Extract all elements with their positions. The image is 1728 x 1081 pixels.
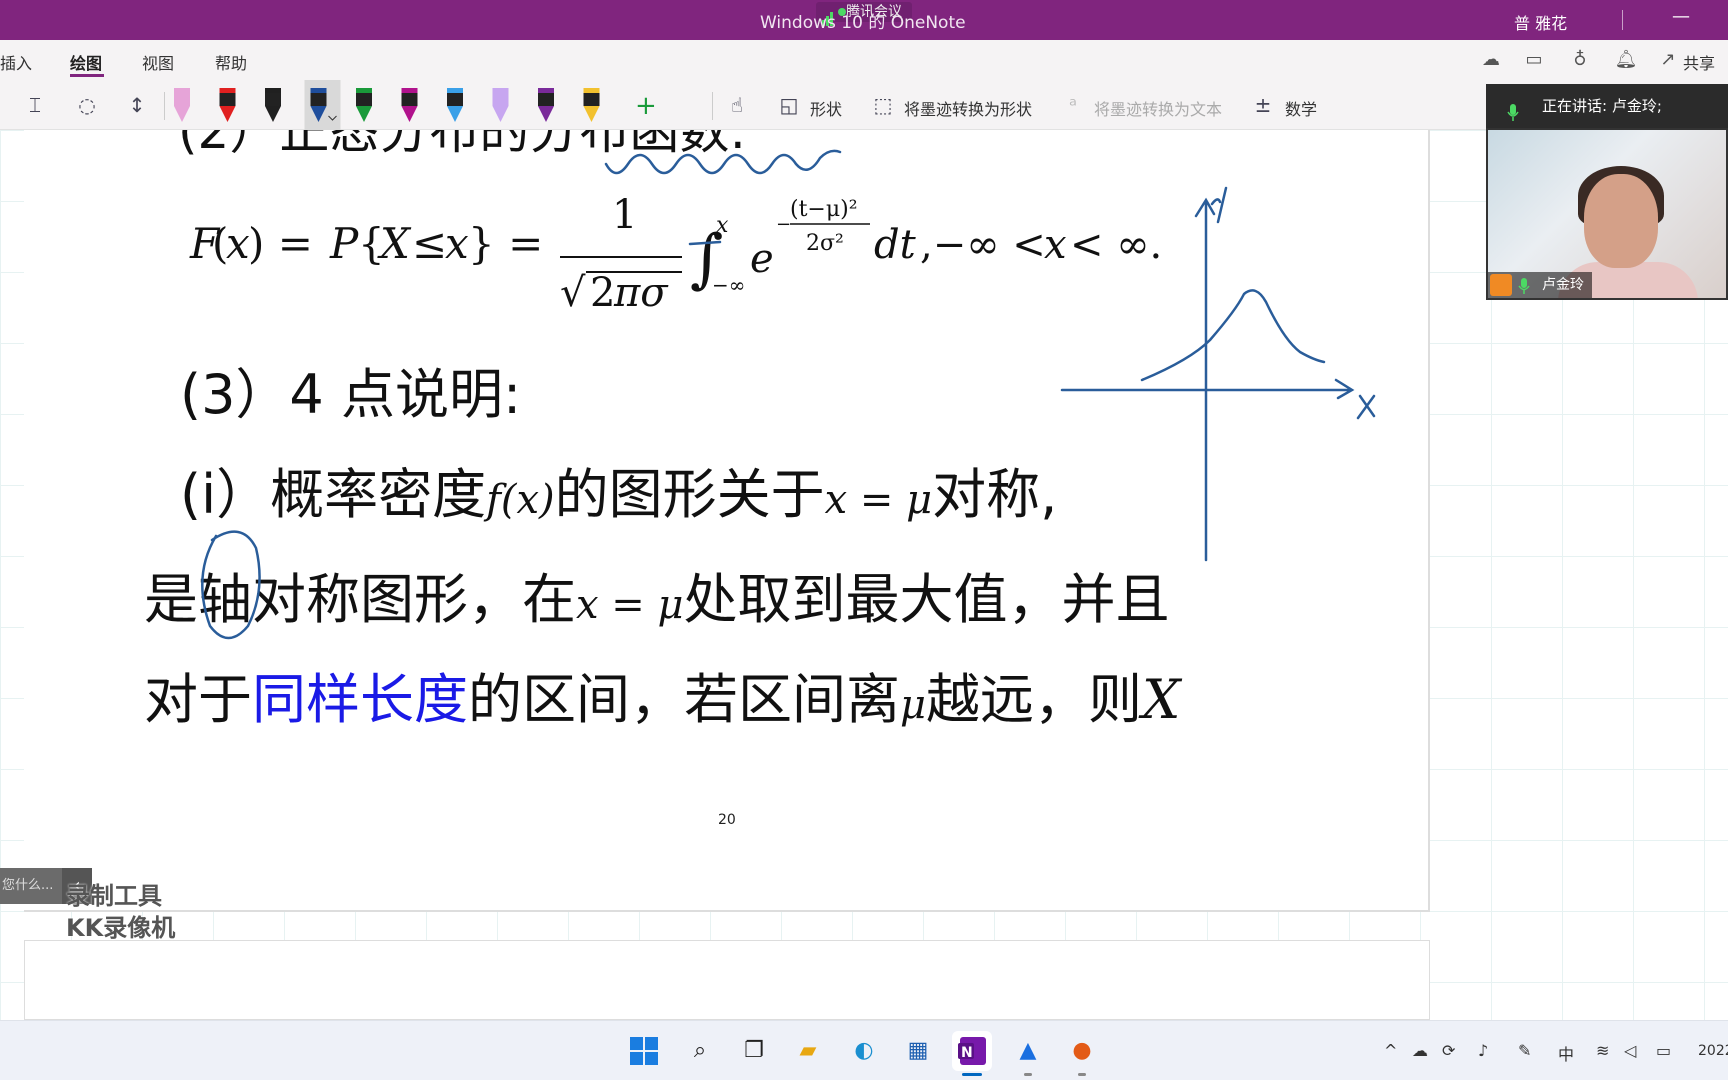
pen-icon[interactable]: ✎ (1518, 1041, 1531, 1060)
next-slide-image (24, 940, 1430, 1020)
search-icon[interactable]: ⌕ (680, 1031, 720, 1071)
battery-icon[interactable]: ▭ (1656, 1041, 1671, 1060)
taskbar: ⌕ ❐ ▰ ◐ ▦ N ▲ ● ^ ☁ ⟳ ♪ ✎ 中 ≋ ◁ ▭ 2022 (0, 1020, 1728, 1080)
ime-indicator[interactable]: 中 (1558, 1041, 1574, 1065)
speaking-label: 正在讲话: 卢金玲; (1542, 97, 1662, 115)
recorder-watermark: 录制工具 KK录像机 (66, 880, 175, 944)
ink-layer[interactable] (0, 0, 1440, 760)
watermark-line-2: KK录像机 (66, 914, 176, 942)
participant-nametag: 卢金玲 (1488, 272, 1592, 298)
avatar-icon (1490, 274, 1512, 296)
task-view-icon[interactable]: ❐ (734, 1031, 774, 1071)
running-app-indicator (1078, 1073, 1086, 1076)
kk-recorder-icon[interactable]: ● (1062, 1031, 1102, 1071)
edge-icon[interactable]: ◐ (844, 1031, 884, 1071)
store-icon[interactable]: ▦ (898, 1031, 938, 1071)
lightbulb-icon[interactable]: ♁ (1568, 48, 1592, 72)
person-face (1584, 174, 1658, 268)
svg-text:N: N (961, 1045, 973, 1061)
share-button[interactable]: 共享 (1683, 50, 1715, 74)
minimize-button[interactable]: — (1672, 6, 1690, 27)
onenote-icon[interactable]: N (952, 1031, 992, 1071)
wifi-icon[interactable]: ≋ (1596, 1041, 1609, 1060)
volume-icon[interactable]: ◁ (1624, 1041, 1636, 1060)
notebook-icon[interactable]: ▭ (1522, 48, 1546, 72)
onedrive-icon[interactable]: ☁ (1412, 1041, 1428, 1060)
bell-icon[interactable]: 🔔︎ (1614, 48, 1638, 72)
microphone-icon (1518, 277, 1530, 298)
user-name[interactable]: 普 雅花 (1514, 10, 1567, 34)
participant-name: 卢金玲 (1542, 277, 1584, 293)
sync-icon[interactable]: ☁ (1479, 48, 1503, 72)
title-divider (1622, 10, 1623, 30)
share-icon[interactable]: ↗ (1656, 48, 1680, 72)
watermark-line-1: 录制工具 (66, 882, 162, 910)
chevron-up-icon[interactable]: ^ (1384, 1041, 1397, 1060)
running-app-indicator (1024, 1073, 1032, 1076)
slide-page-number: 20 (718, 812, 736, 828)
file-explorer-icon[interactable]: ▰ (788, 1031, 828, 1071)
ink-y-axis (1194, 197, 1216, 562)
ink-x-label (1356, 394, 1376, 420)
clock[interactable]: 2022 (1698, 1043, 1728, 1059)
ink-y-label (1210, 186, 1228, 224)
tencent-meeting-icon[interactable]: ▲ (1008, 1031, 1048, 1071)
ink-circle (201, 530, 261, 640)
active-app-indicator (962, 1073, 982, 1076)
ink-integral-mark (688, 240, 722, 246)
participant-video[interactable]: 卢金玲 (1486, 128, 1728, 300)
search-hint: 您什么... (2, 878, 54, 893)
ink-wavy-underline (604, 149, 842, 175)
sync-icon[interactable]: ⟳ (1442, 1041, 1455, 1060)
windows-start-icon[interactable] (624, 1031, 664, 1071)
microphone-icon[interactable]: ♪ (1478, 1041, 1488, 1060)
ink-bell-curve (1140, 289, 1326, 382)
active-speaker-bar: 正在讲话: 卢金玲; (1486, 84, 1728, 128)
